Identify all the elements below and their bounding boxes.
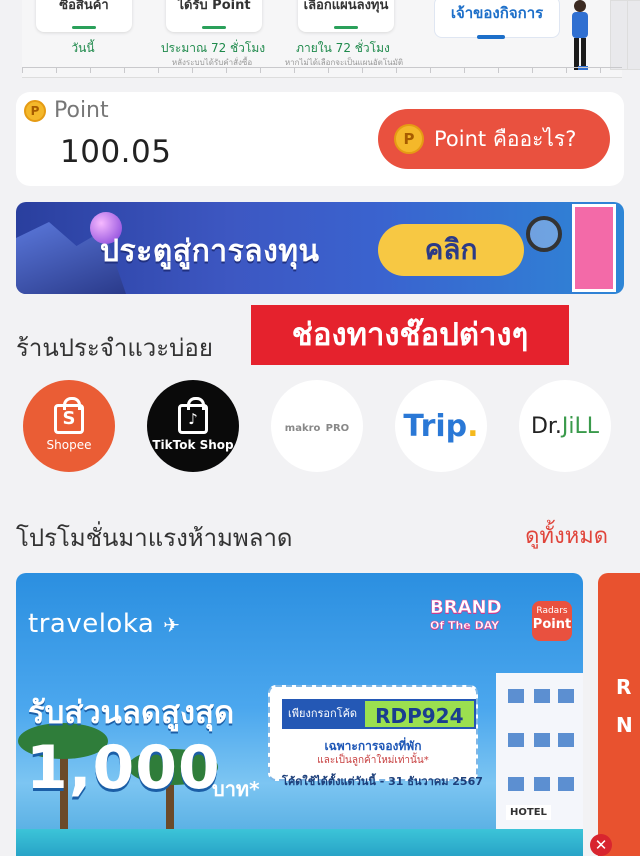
promotions-title: โปรโมชั่นมาแรงห้ามพลาด [16, 524, 293, 552]
step-buy: ซื้อสินค้า [36, 0, 132, 32]
bird-icon: ✈ [163, 613, 181, 637]
point-coin-icon: P [394, 124, 424, 154]
point-balance: 100.05 [60, 134, 172, 170]
brand-of-day-line1: BRAND [430, 597, 502, 618]
step-business-owner: เจ้าของกิจการ [434, 0, 560, 39]
traveloka-logo: traveloka ✈ [28, 609, 180, 639]
see-all-link[interactable]: ดูทั้งหมด [525, 518, 608, 553]
promo-validity: โค้ดใช้ได้ตั้งแต่วันนี้ - 31 ธันวาคม 256… [282, 775, 483, 788]
shop-shopee[interactable]: S Shopee [23, 380, 115, 472]
invest-banner-title: ประตูสู่การลงทุน [100, 234, 320, 269]
point-coin-icon: P [24, 99, 46, 122]
promo-amount: 1,000 [26, 733, 221, 803]
business-person-illustration [572, 0, 588, 70]
hotel-sign: HOTEL [506, 805, 551, 820]
shop-drjill[interactable]: Dr.JiLL [519, 380, 611, 472]
shop-shopee-label: Shopee [46, 438, 92, 452]
coupon-code-row: เพียงกรอกโค้ด RDP924 [282, 699, 476, 729]
point-card: P Point 100.05 P Point คืออะไร? [16, 92, 624, 186]
step-business-owner-label: เจ้าของกิจการ [450, 4, 544, 22]
brand-of-day-line2: Of The DAY [430, 619, 500, 633]
what-is-point-button[interactable]: P Point คืออะไร? [378, 109, 610, 169]
shopping-channels-badge: ช่องทางช๊อปต่างๆ [251, 305, 569, 365]
frequent-shops-title: ร้านประจำแวะบ่อย [16, 334, 213, 362]
window-decoration [610, 0, 640, 70]
traveloka-promo-card[interactable]: traveloka ✈ BRAND Of The DAY Radars Poin… [16, 573, 583, 856]
step-get-point: ได้รับ Point [166, 0, 262, 32]
radars-badge-line1: Radars [536, 606, 568, 616]
point-label: Point [54, 98, 109, 123]
door-illustration [572, 204, 616, 292]
shop-tiktok[interactable]: ♪ TikTok Shop [147, 380, 239, 472]
next-promo-card-peek[interactable]: R N [598, 573, 640, 856]
radars-point-badge: Radars Point [532, 601, 572, 641]
shop-tiktok-label: TikTok Shop [152, 438, 234, 452]
steps-ruler [22, 67, 622, 73]
trip-logo: Trip. [403, 409, 478, 444]
drjill-logo: Dr.JiLL [531, 414, 599, 439]
shop-trip[interactable]: Trip. [395, 380, 487, 472]
makro-pro-text: PRO [325, 423, 350, 434]
makro-logo-text: makro [284, 423, 321, 434]
drjill-logo-dr: Dr. [530, 413, 562, 439]
peek-text-line2: N [616, 713, 633, 737]
coupon-code-label: เพียงกรอกโค้ด [282, 699, 364, 729]
traveloka-logo-text: traveloka [28, 609, 155, 639]
promo-unit: บาท* [212, 777, 260, 801]
step-choose-plan: เลือกแผนลงทุน [298, 0, 394, 32]
investment-steps-strip: ซื้อสินค้า วันนี้ ได้รับ Point ประมาณ 72… [22, 0, 640, 78]
shopee-bag-icon: S [54, 397, 84, 434]
drjill-logo-jill: JiLL [561, 413, 600, 439]
close-icon[interactable]: ✕ [590, 834, 612, 856]
peek-text: R N [616, 668, 633, 744]
step-choose-plan-label: เลือกแผนลงทุน [303, 0, 389, 13]
promo-headline: รับส่วนลดสูงสุด [28, 695, 235, 731]
pool-illustration [16, 829, 583, 856]
radars-badge-line2: Point [532, 617, 572, 632]
tiktok-bag-icon: ♪ [178, 397, 208, 434]
invest-click-button[interactable]: คลิก [378, 224, 524, 276]
coupon-code-value: RDP924 [363, 699, 476, 729]
makro-logo: makro PRO [285, 417, 349, 435]
promo-code-coupon: เพียงกรอกโค้ด RDP924 เฉพาะการจองที่พัก แ… [268, 685, 478, 781]
trip-logo-dot: . [467, 408, 479, 444]
step-buy-label: ซื้อสินค้า [59, 0, 109, 13]
peek-text-line1: R [616, 675, 632, 699]
point-label-row: P Point [24, 98, 109, 123]
trip-logo-text: Trip [403, 408, 468, 444]
shop-makro[interactable]: makro PRO [271, 380, 363, 472]
step-get-point-label: ได้รับ Point [177, 0, 251, 13]
what-is-point-label: Point คืออะไร? [434, 126, 577, 151]
brand-of-the-day-badge: BRAND Of The DAY [430, 597, 502, 635]
coupon-condition-2: และเป็นลูกค้าใหม่เท่านั้น* [317, 755, 429, 766]
invest-gateway-banner[interactable]: ประตูสู่การลงทุน คลิก [16, 202, 624, 294]
magnifier-icon [526, 216, 562, 252]
